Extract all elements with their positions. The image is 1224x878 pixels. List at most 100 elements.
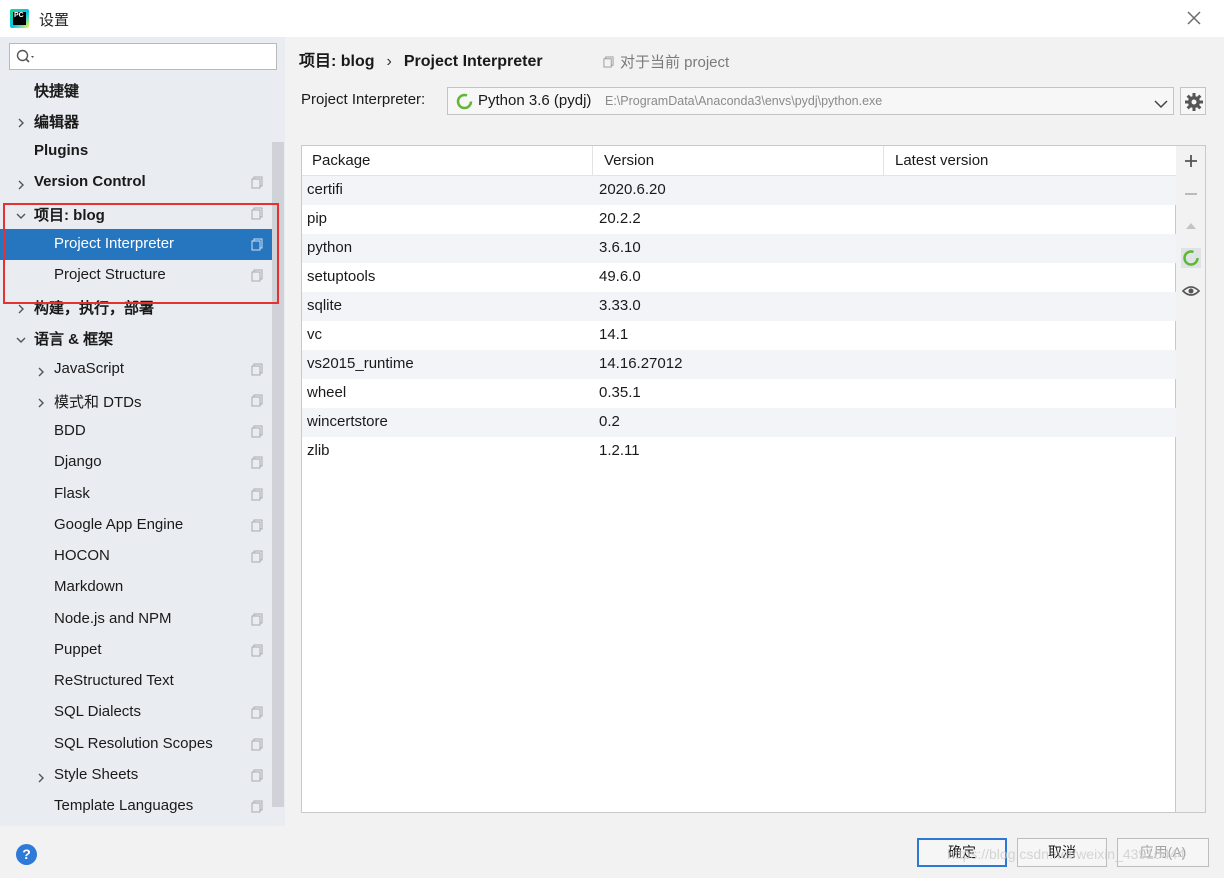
help-button[interactable]: ? bbox=[16, 844, 37, 865]
window-title: 设置 bbox=[39, 12, 70, 29]
package-name: pip bbox=[307, 210, 328, 227]
breadcrumb-project: 项目: blog bbox=[299, 53, 375, 70]
search-icon bbox=[16, 49, 36, 69]
table-row[interactable]: wheel 0.35.1 bbox=[302, 379, 1177, 408]
chevron-right-icon[interactable] bbox=[36, 770, 46, 783]
column-header-latest-version[interactable]: Latest version bbox=[895, 152, 988, 169]
interpreter-path: E:\ProgramData\Anaconda3\envs\pydj\pytho… bbox=[605, 94, 883, 108]
cancel-button[interactable]: 取消 bbox=[1017, 838, 1107, 867]
tree-item-keymap[interactable]: 快捷键 bbox=[0, 74, 275, 105]
tree-item-label: 编辑器 bbox=[34, 114, 80, 131]
tree-item-javascript[interactable]: JavaScript bbox=[0, 354, 275, 385]
tree-item-label: Plugins bbox=[34, 142, 89, 159]
tree-item-version-control[interactable]: Version Control bbox=[0, 167, 275, 198]
chevron-right-icon[interactable] bbox=[36, 364, 46, 377]
settings-search[interactable] bbox=[9, 43, 277, 70]
tree-item-label: HOCON bbox=[54, 547, 110, 564]
project-scope-icon bbox=[251, 738, 263, 751]
tree-item-puppet[interactable]: Puppet bbox=[0, 635, 275, 666]
breadcrumb-page: Project Interpreter bbox=[403, 53, 543, 70]
package-name: wincertstore bbox=[307, 413, 388, 430]
tree-item-markdown[interactable]: Markdown bbox=[0, 572, 275, 603]
interpreter-select[interactable]: Python 3.6 (pydj) E:\ProgramData\Anacond… bbox=[447, 87, 1174, 115]
tree-item-label: Django bbox=[54, 453, 102, 470]
package-table: Package Version Latest version certifi 2… bbox=[301, 145, 1177, 813]
chevron-right-icon[interactable] bbox=[16, 115, 26, 128]
tree-item-nodejs-npm[interactable]: Node.js and NPM bbox=[0, 604, 275, 635]
chevron-down-icon[interactable] bbox=[16, 332, 26, 343]
package-version: 20.2.2 bbox=[599, 210, 641, 227]
tree-item-label: Puppet bbox=[54, 641, 102, 658]
tree-item-label: Version Control bbox=[34, 173, 146, 190]
package-name: certifi bbox=[307, 181, 343, 198]
package-version: 3.6.10 bbox=[599, 239, 641, 256]
project-scope-icon bbox=[251, 613, 263, 626]
table-row[interactable]: python 3.6.10 bbox=[302, 234, 1177, 263]
chevron-right-icon[interactable] bbox=[36, 395, 46, 408]
search-input[interactable] bbox=[40, 47, 270, 67]
tree-item-languages-frameworks[interactable]: 语言 & 框架 bbox=[0, 322, 275, 353]
breadcrumb-separator: › bbox=[386, 53, 392, 70]
for-current-project-label: 对于当前 project bbox=[620, 54, 730, 71]
table-row[interactable]: sqlite 3.33.0 bbox=[302, 292, 1177, 321]
package-name: wheel bbox=[307, 384, 347, 401]
upgrade-package-button[interactable] bbox=[1180, 215, 1202, 237]
package-version: 49.6.0 bbox=[599, 268, 641, 285]
table-row[interactable]: wincertstore 0.2 bbox=[302, 408, 1177, 437]
tree-item-plugins[interactable]: Plugins bbox=[0, 136, 275, 167]
tree-item-style-sheets[interactable]: Style Sheets bbox=[0, 760, 275, 791]
apply-button[interactable]: 应用(A) bbox=[1117, 838, 1209, 867]
tree-item-label: Flask bbox=[54, 485, 90, 502]
project-scope-icon bbox=[251, 800, 263, 813]
table-row[interactable]: vs2015_runtime 14.16.27012 bbox=[302, 350, 1177, 379]
tree-item-label: Node.js and NPM bbox=[54, 610, 172, 627]
interpreter-settings-button[interactable] bbox=[1180, 87, 1206, 115]
breadcrumb: 项目: blog › Project Interpreter bbox=[299, 47, 543, 71]
tree-item-sql-resolution-scopes[interactable]: SQL Resolution Scopes bbox=[0, 729, 275, 760]
table-row[interactable]: zlib 1.2.11 bbox=[302, 437, 1177, 466]
package-name: vc bbox=[307, 326, 322, 343]
tree-item-django[interactable]: Django bbox=[0, 447, 275, 478]
project-scope-icon bbox=[251, 706, 263, 719]
table-row[interactable]: pip 20.2.2 bbox=[302, 205, 1177, 234]
chevron-right-icon[interactable] bbox=[16, 177, 26, 190]
tree-item-editor[interactable]: 编辑器 bbox=[0, 105, 275, 136]
show-early-releases-button[interactable] bbox=[1180, 280, 1202, 302]
project-scope-icon bbox=[251, 425, 263, 438]
project-scope-icon bbox=[251, 769, 263, 782]
project-scope-icon bbox=[603, 55, 614, 68]
use-conda-button[interactable] bbox=[1180, 247, 1202, 269]
chevron-down-icon[interactable] bbox=[1154, 96, 1168, 113]
tree-item-label: Template Languages bbox=[54, 797, 194, 814]
tree-item-google-app-engine[interactable]: Google App Engine bbox=[0, 510, 275, 541]
remove-package-button[interactable] bbox=[1180, 183, 1202, 205]
settings-content: 项目: blog › Project Interpreter 对于当前 projec… bbox=[285, 37, 1224, 826]
python-interpreter-icon bbox=[456, 93, 473, 110]
table-row[interactable]: vc 14.1 bbox=[302, 321, 1177, 350]
column-header-package[interactable]: Package bbox=[312, 152, 370, 169]
tree-item-template-languages[interactable]: Template Languages bbox=[0, 791, 275, 822]
tree-item-hocon[interactable]: HOCON bbox=[0, 541, 275, 572]
table-row[interactable]: certifi 2020.6.20 bbox=[302, 176, 1177, 205]
tree-item-bdd[interactable]: BDD bbox=[0, 416, 275, 447]
project-scope-icon bbox=[251, 488, 263, 501]
pycharm-logo-icon: PC bbox=[10, 9, 29, 28]
tree-item-flask[interactable]: Flask bbox=[0, 479, 275, 510]
tree-item-label: SQL Resolution Scopes bbox=[54, 735, 213, 752]
project-scope-icon bbox=[251, 394, 263, 407]
package-version: 2020.6.20 bbox=[599, 181, 666, 198]
tree-item-label: ReStructured Text bbox=[54, 672, 174, 689]
tree-item-label: Style Sheets bbox=[54, 766, 139, 783]
column-header-version[interactable]: Version bbox=[604, 152, 654, 169]
tree-item-schemas-dtds[interactable]: 模式和 DTDs bbox=[0, 385, 275, 416]
triangle-up-icon bbox=[1186, 223, 1196, 229]
package-name: vs2015_runtime bbox=[307, 355, 414, 372]
project-scope-icon bbox=[251, 550, 263, 563]
table-row[interactable]: setuptools 49.6.0 bbox=[302, 263, 1177, 292]
project-scope-icon bbox=[251, 519, 263, 532]
close-icon[interactable] bbox=[1184, 8, 1204, 28]
add-package-button[interactable] bbox=[1180, 150, 1202, 172]
tree-item-sql-dialects[interactable]: SQL Dialects bbox=[0, 697, 275, 728]
tree-item-restructured-text[interactable]: ReStructured Text bbox=[0, 666, 275, 697]
ok-button[interactable]: 确定 bbox=[917, 838, 1007, 867]
